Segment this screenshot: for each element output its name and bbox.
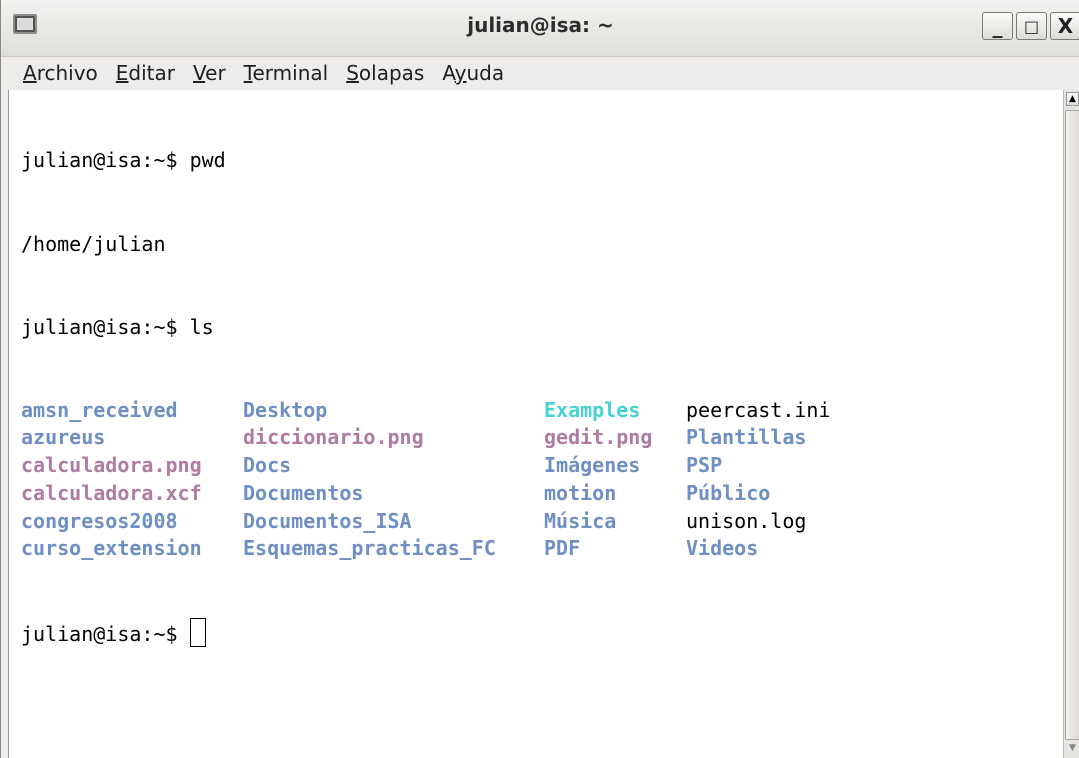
ls-entry: Plantillas [686, 425, 807, 450]
menu-ayuda[interactable]: Ayuda [442, 61, 504, 85]
ls-entry: curso_extension [21, 536, 202, 561]
ls-entry: Música [544, 508, 617, 533]
terminal-line: /home/julian [21, 231, 166, 256]
menu-ver[interactable]: Ver [193, 61, 226, 85]
ls-entry: calculadora.xcf [21, 480, 202, 505]
ls-entry: Esquemas_practicas_FC [243, 536, 496, 561]
scrollbar-thumb[interactable] [1065, 110, 1079, 740]
menu-editar[interactable]: Editar [116, 61, 175, 85]
ls-entry: unison.log [686, 508, 807, 533]
menu-bar: Archivo Editar Ver Terminal Solapas Ayud… [1, 58, 1079, 88]
ls-entry: PSP [686, 453, 723, 478]
ls-entry: azureus [21, 425, 106, 450]
ls-entry: Examples [544, 397, 641, 422]
ls-entry: motion [544, 480, 617, 505]
terminal-line: julian@isa:~$ ls [21, 314, 214, 339]
terminal-area[interactable]: julian@isa:~$ pwd /home/julian julian@is… [8, 90, 1063, 758]
ls-entry: Documentos [243, 480, 364, 505]
ls-entry: peercast.ini [686, 397, 831, 422]
ls-entry: PDF [544, 536, 581, 561]
maximize-icon: □ [1023, 16, 1040, 36]
ls-entry: Documentos_ISA [243, 508, 412, 533]
ls-output: amsn_received Desktop Examples peercast.ini… [21, 397, 831, 563]
ls-entry: Público [686, 480, 771, 505]
window-title: julian@isa: ~ [467, 13, 614, 37]
prompt-text: julian@isa:~$ [21, 622, 190, 647]
ls-entry: Desktop [243, 397, 328, 422]
ls-entry: gedit.png [544, 425, 653, 450]
vertical-scrollbar[interactable]: ▲ ▼ [1063, 90, 1079, 758]
ls-entry: Docs [243, 453, 292, 478]
terminal-window: julian@isa: ~ _ □ X Archivo Editar Ver T… [0, 0, 1079, 758]
menu-terminal[interactable]: Terminal [244, 61, 329, 85]
prompt-line: julian@isa:~$ [21, 618, 831, 649]
ls-entry: Videos [686, 536, 759, 561]
terminal-line: julian@isa:~$ pwd [21, 148, 226, 173]
scroll-down-arrow-icon[interactable]: ▼ [1066, 742, 1079, 756]
menu-solapas[interactable]: Solapas [346, 61, 424, 85]
title-bar[interactable]: julian@isa: ~ _ □ X [1, 0, 1079, 57]
minimize-icon: _ [992, 14, 1003, 38]
text-cursor [189, 618, 206, 648]
close-button[interactable]: X [1050, 12, 1079, 40]
minimize-button[interactable]: _ [982, 12, 1013, 40]
maximize-button[interactable]: □ [1016, 12, 1047, 40]
ls-entry: Imágenes [544, 453, 641, 478]
close-icon: X [1057, 14, 1074, 38]
ls-entry: calculadora.png [21, 453, 202, 478]
menu-archivo[interactable]: Archivo [23, 61, 98, 85]
ls-entry: congresos2008 [21, 508, 178, 533]
ls-entry: diccionario.png [243, 425, 424, 450]
terminal-output: julian@isa:~$ pwd /home/julian julian@is… [21, 92, 831, 704]
scroll-up-arrow-icon[interactable]: ▲ [1066, 92, 1079, 106]
ls-entry: amsn_received [21, 397, 178, 422]
